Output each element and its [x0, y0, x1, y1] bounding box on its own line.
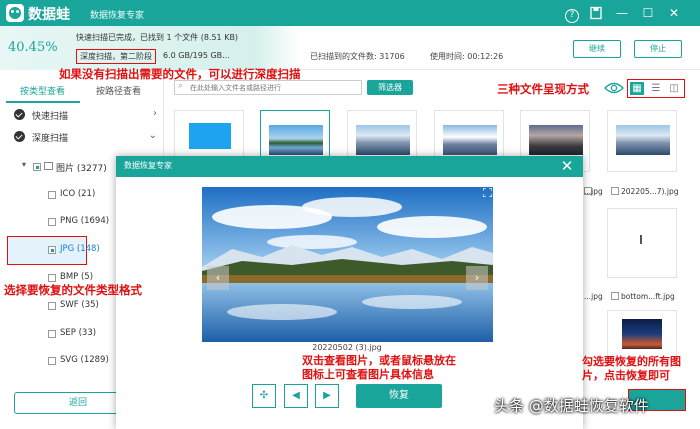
annotation-select-type: 选择要恢复的文件类型格式 — [4, 283, 142, 297]
detail-view-icon[interactable]: ◫ — [667, 82, 681, 95]
grid-view-icon[interactable]: ▦ — [630, 82, 644, 95]
close-icon[interactable]: ✕ — [664, 3, 684, 23]
watermark: 头条 @数据蛙恢复软件 — [494, 397, 649, 415]
filetype-checkbox[interactable] — [48, 191, 56, 199]
file-thumbnail[interactable] — [607, 110, 677, 172]
tab-by-type[interactable]: 按类型查看 — [20, 84, 65, 100]
prev-icon[interactable]: ◀ — [284, 384, 308, 408]
used-time: 使用时间: 00:12:26 — [430, 52, 504, 61]
check-circle-icon — [14, 109, 25, 120]
sidebar-item-quick-scan[interactable]: 快速扫描 › — [0, 104, 163, 126]
tab-by-path[interactable]: 按路径查看 — [96, 84, 141, 100]
filetype-checkbox[interactable] — [48, 274, 56, 282]
eye-icon[interactable] — [604, 81, 624, 95]
filetype-checkbox[interactable] — [48, 302, 56, 310]
thumbnail-image — [529, 125, 583, 155]
dialog-close-icon[interactable]: ✕ — [558, 157, 576, 175]
progress-percent: 40.45% — [8, 40, 58, 55]
thumbnail-image — [622, 319, 662, 349]
thumbnail-image — [443, 125, 497, 155]
minimize-icon[interactable]: — — [612, 3, 632, 23]
maximize-icon[interactable]: ☐ — [638, 3, 658, 23]
file-thumbnail[interactable] — [607, 310, 677, 360]
file-label: 202205...7).jpg — [621, 187, 679, 196]
dialog-recover-button[interactable]: 恢复 — [356, 384, 442, 408]
sidebar-item-label: 图片 (3277) — [56, 164, 107, 174]
expand-icon[interactable] — [482, 187, 493, 198]
file-label: ...jpg — [584, 187, 603, 196]
dialog-title: 数据恢复专家 — [124, 161, 172, 170]
sidebar-item-label: 深度扫描 — [32, 134, 69, 144]
thumbnail-image — [616, 125, 670, 155]
annotation-deep-scan: 如果没有扫描出需要的文件，可以进行深度扫描 — [59, 67, 301, 81]
chevron-down-icon: ⌄ — [148, 130, 157, 141]
thumbnail-image — [269, 125, 323, 155]
annotation-preview: 双击查看图片，或者鼠标悬放在 图标上可查看图片具体信息 — [302, 354, 456, 382]
save-icon[interactable] — [586, 3, 606, 23]
list-view-icon[interactable]: ☰ — [649, 82, 663, 95]
file-label: ...jpg — [584, 292, 603, 301]
file-checkbox[interactable] — [611, 187, 619, 195]
app-brand: 数据蛙 — [28, 7, 70, 23]
filetype-checkbox[interactable] — [48, 218, 56, 226]
chevron-right-icon: › — [153, 108, 157, 119]
next-icon[interactable]: ▶ — [315, 384, 339, 408]
annotation-line: 双击查看图片，或者鼠标悬放在 — [302, 354, 456, 367]
file-checkbox[interactable] — [611, 292, 619, 300]
logo-icon — [6, 4, 24, 22]
stop-button[interactable]: 停止 — [634, 40, 682, 58]
resume-button[interactable]: 继续 — [573, 40, 621, 58]
scan-size: 6.0 GB/195 GB... — [163, 51, 230, 60]
preview-file-name: 20220502 (3).jpg — [312, 343, 382, 352]
fit-icon[interactable]: ✣ — [252, 384, 276, 408]
preview-image[interactable] — [202, 187, 493, 342]
dialog-header — [116, 156, 583, 177]
app-subtitle: 数据恢复专家 — [90, 11, 145, 21]
filetype-checkbox[interactable] — [48, 246, 56, 254]
found-count: 已扫描到的文件数: 31706 — [310, 52, 405, 61]
file-thumbnail[interactable] — [607, 208, 677, 278]
scan-summary: 快速扫描已完成，已找到 1 个文件 (8.51 KB) — [76, 33, 239, 42]
filetype-checkbox[interactable] — [48, 357, 56, 365]
filter-button[interactable]: 筛选器 — [367, 80, 413, 95]
scan-phase: 深度扫描，第二阶段 — [76, 49, 156, 64]
thumbnail-image — [640, 235, 642, 244]
filetype-checkbox[interactable] — [48, 330, 56, 338]
check-circle-icon — [14, 131, 25, 142]
file-label: bottom...ft.jpg — [621, 292, 675, 301]
search-icon: ⌕ — [178, 81, 184, 91]
active-tab-indicator — [6, 101, 80, 103]
annotation-recover: 勾选要恢复的所有图 片，点击恢复即可 — [582, 355, 681, 383]
help-icon[interactable]: ? — [562, 3, 582, 23]
thumbnail-image — [356, 125, 410, 155]
prev-image-arrow[interactable]: ‹ — [207, 266, 229, 290]
annotation-line: 勾选要恢复的所有图 — [582, 355, 681, 368]
annotation-line: 片，点击恢复即可 — [582, 369, 670, 382]
thumbnail-image — [189, 123, 231, 149]
sidebar-item-label: 快速扫描 — [32, 112, 69, 122]
annotation-line: 图标上可查看图片具体信息 — [302, 368, 434, 381]
next-image-arrow[interactable]: › — [466, 266, 488, 290]
annotation-view-modes: 三种文件呈现方式 — [497, 82, 589, 96]
sidebar-item-deep-scan[interactable]: 深度扫描 ⌄ — [0, 126, 163, 148]
search-input[interactable] — [190, 81, 358, 94]
